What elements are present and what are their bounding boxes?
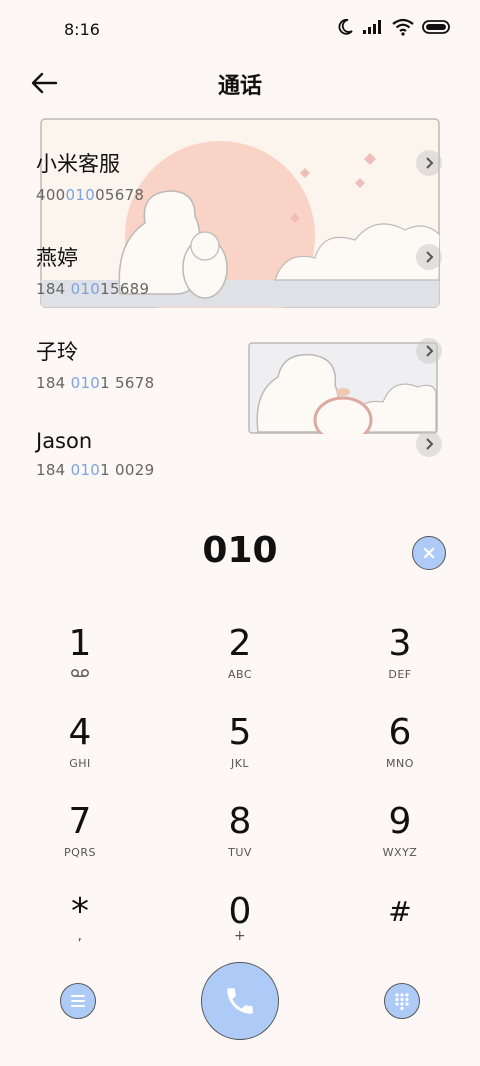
key-digit: # <box>388 895 412 928</box>
key-letters: GHI <box>69 757 91 770</box>
key-digit: 3 <box>388 623 412 664</box>
moon-icon <box>338 18 353 35</box>
dial-key-2[interactable]: 2 ABC <box>160 624 320 704</box>
key-letters: WXYZ <box>382 846 418 859</box>
key-digit: 6 <box>388 712 412 753</box>
key-letters: + <box>233 928 247 944</box>
contact-name: 小米客服 <box>36 152 120 176</box>
contact-name: Jason <box>36 429 93 453</box>
contact-row[interactable]: 燕婷 184 01015689 <box>36 242 446 302</box>
phone-icon <box>227 988 253 1014</box>
dial-input-display[interactable]: 010 <box>0 530 480 571</box>
contact-row[interactable]: Jason 184 0101 0029 <box>36 429 446 489</box>
key-digit: 7 <box>68 801 92 842</box>
page-title: 通话 <box>217 74 262 99</box>
contact-number: 40001005678 <box>36 186 145 204</box>
key-digit: 0 <box>228 891 252 932</box>
status-time: 8:16 <box>64 20 100 39</box>
status-icons <box>336 18 452 36</box>
menu-button[interactable] <box>60 983 96 1019</box>
dial-key-0[interactable]: 0 + <box>160 892 320 972</box>
dial-key-9[interactable]: 9 WXYZ <box>320 802 480 882</box>
key-letters: JKL <box>230 757 250 770</box>
dial-key-hash[interactable]: # <box>320 892 480 972</box>
dial-key-8[interactable]: 8 TUV <box>160 802 320 882</box>
contact-number: 184 0101 5678 <box>36 374 155 392</box>
clear-button[interactable] <box>412 536 446 570</box>
keypad-icon <box>395 993 409 1010</box>
chevron-right-icon[interactable] <box>416 338 442 364</box>
key-digit: 5 <box>228 712 252 753</box>
key-letters: DEF <box>388 668 412 681</box>
key-letters: , <box>77 928 83 944</box>
key-letters: PQRS <box>64 846 96 859</box>
key-digit: 1 <box>68 623 92 664</box>
contact-name: 子玲 <box>36 340 78 364</box>
call-button[interactable] <box>201 962 279 1040</box>
signal-icon <box>363 20 381 34</box>
key-digit: 4 <box>68 712 92 753</box>
key-letters: ABC <box>227 668 253 681</box>
key-letters: MNO <box>386 757 414 770</box>
dial-key-7[interactable]: 7 PQRS <box>0 802 160 882</box>
close-icon <box>423 547 435 559</box>
keypad-toggle-button[interactable] <box>384 983 420 1019</box>
chevron-right-icon[interactable] <box>416 244 442 270</box>
wifi-icon <box>392 18 414 36</box>
chevron-right-icon[interactable] <box>416 431 442 457</box>
dial-key-5[interactable]: 5 JKL <box>160 713 320 793</box>
dial-key-6[interactable]: 6 MNO <box>320 713 480 793</box>
header: 通话 <box>0 60 480 110</box>
contact-row[interactable]: 小米客服 40001005678 <box>36 148 446 208</box>
contact-number: 184 01015689 <box>36 280 150 298</box>
chevron-right-icon[interactable] <box>416 150 442 176</box>
key-digit: 8 <box>228 801 252 842</box>
key-digit: * <box>71 891 89 932</box>
status-bar: 8:16 <box>0 0 480 60</box>
menu-icon <box>71 995 85 1007</box>
voicemail-icon <box>0 668 160 681</box>
contact-row[interactable]: 子玲 184 0101 5678 <box>36 336 446 396</box>
dial-key-3[interactable]: 3 DEF <box>320 624 480 704</box>
key-digit: 9 <box>388 801 412 842</box>
key-letters: TUV <box>228 846 252 859</box>
dial-key-4[interactable]: 4 GHI <box>0 713 160 793</box>
contact-number: 184 0101 0029 <box>36 461 155 479</box>
contact-name: 燕婷 <box>36 246 78 270</box>
battery-icon <box>422 20 450 34</box>
key-digit: 2 <box>228 623 252 664</box>
dial-key-star[interactable]: * , <box>0 892 160 972</box>
dial-key-1[interactable]: 1 <box>0 624 160 704</box>
